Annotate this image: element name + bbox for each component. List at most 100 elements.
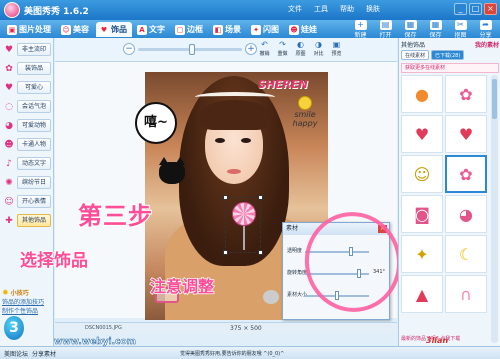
lollipop-sticker[interactable]: ✿ [445,75,487,113]
window-controls: _ □ × [454,3,497,15]
cutout-icon: ✂ [454,20,467,30]
beauty-icon: ☺ [61,24,71,35]
original-button[interactable]: ◐ 原图 [293,40,308,57]
save-icon: ▦ [404,20,417,30]
cutout-button[interactable]: ✂ 抠图 [450,20,471,39]
tab-picture[interactable]: ▣ 图片处理 [4,22,56,37]
resize-handle[interactable] [223,250,228,255]
category-item[interactable]: ♥ 可爱心 [3,80,51,95]
category-item[interactable]: ♥ 非主流印 [3,42,51,57]
category-item[interactable]: ☺ 开心表情 [3,194,51,209]
smile-happy-sticker[interactable]: smile happy [285,96,325,132]
tab-text[interactable]: A 文字 [134,22,170,37]
original-icon: ◐ [297,40,304,49]
category-panel: ♥ 非主流印 ✿ 装饰品 ♥ 可爱心 ◌ 会话气泡 ◕ 可爱动物 ☻ 卡通人物 ♪ 动态文字 … [0,38,54,346]
heart-icon: ♥ [4,82,14,93]
tab-flash[interactable]: ✦ 闪图 [248,22,284,37]
lollipop-sticker-selected[interactable] [223,195,263,255]
share-material-link[interactable]: 分享素材 [32,349,56,358]
my-materials-link[interactable]: 我的素材 [475,40,499,49]
menu-help[interactable]: 帮助 [340,4,354,14]
preview-button[interactable]: ▣ 预览 [329,40,344,57]
tab-downloaded[interactable]: 已下载(28) [431,50,465,60]
category-item[interactable]: ☻ 卡通人物 [3,137,51,152]
flash-icon: ✦ [251,24,261,35]
lollipop-sticker-2[interactable]: ✿ [445,155,487,193]
quick-actions: + 新建 ▤ 打开 ▦ 保存 ▦ 保存 ✂ 抠图 ➦ 分享 [350,20,496,39]
image-info-bar: DSCN0015.JPG 375 × 500 [55,322,397,334]
camera-sticker[interactable]: ◙ [401,195,443,233]
resize-handle[interactable] [258,195,263,200]
tab-online-material[interactable]: 在线素材 [401,50,430,60]
menu-file[interactable]: 文件 [288,4,302,14]
share-button[interactable]: ➦ 分享 [475,20,496,39]
zoom-in-button[interactable]: + [245,43,257,55]
festival-icon: ✺ [5,177,13,188]
undo-button[interactable]: ↶ 撤销 [257,40,272,57]
tab-beauty[interactable]: ☺ 美容 [58,22,94,37]
preview-icon: ▣ [332,40,341,49]
compare-icon: ◑ [315,40,322,49]
open-button[interactable]: ▤ 打开 [375,20,396,39]
menu-bar: 文件 工具 帮助 换肤 [288,4,380,14]
bee-sticker[interactable]: ✦ [401,235,443,273]
maximize-button[interactable]: □ [469,3,482,15]
category-item-selected[interactable]: ✚ 其他饰品 [3,213,51,228]
category-item[interactable]: ♪ 动态文字 [3,156,51,171]
close-button[interactable]: × [484,3,497,15]
redo-button[interactable]: ↷ 重做 [275,40,290,57]
zoom-slider-thumb[interactable] [189,44,196,55]
tab-accessory[interactable]: ♥ 饰品 [96,22,132,37]
app-title: 美图秀秀 1.6.2 [24,7,89,17]
save-icon: ▦ [429,20,442,30]
tab-doll[interactable]: ☻ 娃娃 [286,22,322,37]
resize-handle[interactable] [258,250,263,255]
category-item[interactable]: ◕ 可爱动物 [3,118,51,133]
accessory-icon: ♥ [99,24,109,35]
title-bar: 美图秀秀 1.6.2 文件 工具 帮助 换肤 _ □ × [0,0,500,20]
bunny-sticker[interactable]: ∩ [445,275,487,313]
text-anim-icon: ♪ [6,158,12,169]
strawberry-cake-sticker[interactable]: ▲ [401,275,443,313]
tip-link[interactable]: 制作个性饰品 [2,307,52,316]
forum-link[interactable]: 美图论坛 [4,349,28,358]
menu-tools[interactable]: 工具 [314,4,328,14]
sticker-scrollbar[interactable] [491,75,498,343]
open-icon: ▤ [379,20,392,30]
category-item[interactable]: ◌ 会话气泡 [3,99,51,114]
tips-box: ✹ 小技巧 饰品的添加技巧 制作个性饰品 [2,288,52,316]
category-item[interactable]: ✺ 缤纷节日 [3,175,51,190]
sheren-sticker[interactable]: SHEREN [258,78,308,91]
bulb-icon: ✹ [2,288,9,297]
minimize-button[interactable]: _ [454,3,467,15]
cat-sticker[interactable]: ◕ [445,195,487,233]
lollipop-stick [243,226,245,250]
strawberry-sticker[interactable]: ♥ [401,115,443,153]
smile-happy-sticker[interactable]: ☺ [401,155,443,193]
tip-link[interactable]: 饰品的添加技巧 [2,298,52,307]
animal-icon: ◕ [5,120,13,131]
download-more-link[interactable]: 最新的饰品了吗? 点我下载 [401,335,499,342]
tips-title: 小技巧 [10,290,29,297]
mouse-sticker[interactable] [263,290,279,304]
tab-frame[interactable]: ▢ 边框 [172,22,208,37]
save-as-button[interactable]: ▦ 保存 [425,20,446,39]
doll-icon: ☻ [289,24,299,35]
speech-bubble-sticker[interactable]: 嘻~ [135,102,177,144]
new-button[interactable]: + 新建 [350,20,371,39]
orange-sticker[interactable]: ● [401,75,443,113]
tab-scene[interactable]: ◧ 场景 [210,22,246,37]
cat-sticker[interactable] [159,157,185,184]
compare-button[interactable]: ◑ 对比 [311,40,326,57]
save-button[interactable]: ▦ 保存 [400,20,421,39]
scrollbar-thumb[interactable] [492,79,497,119]
get-more-link[interactable]: 获取更多在线素材 [401,63,499,73]
strawberry-sticker-2[interactable]: ♥ [445,115,487,153]
menu-skin[interactable]: 换肤 [366,4,380,14]
resize-handle[interactable] [223,195,228,200]
photo-eye [215,138,225,143]
zoom-out-button[interactable]: − [123,43,135,55]
banana-sticker[interactable]: ☾ [445,235,487,273]
new-icon: + [354,20,367,30]
category-item[interactable]: ✿ 装饰品 [3,61,51,76]
